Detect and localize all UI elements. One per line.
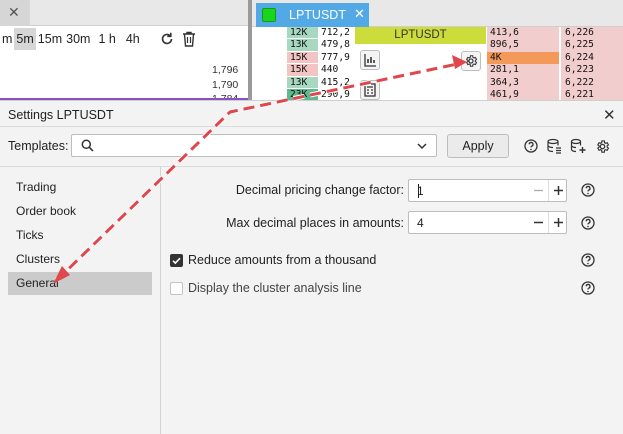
calculator-icon[interactable] (360, 80, 380, 100)
ask-volume-cell-highlight: 4K (487, 51, 559, 65)
tab-lptusdt[interactable]: LPTUSDT ✕ (256, 3, 369, 27)
volume-cell: 12K (287, 27, 318, 40)
ask-volume-cell: 413,6 (487, 27, 559, 40)
volume-cell: 13K (287, 39, 318, 52)
chart-tab[interactable]: ✕ (0, 0, 30, 26)
volume-cell: 15K (287, 64, 318, 77)
close-icon[interactable]: ✕ (354, 6, 365, 22)
templates-label: Templates: (8, 139, 69, 153)
close-icon[interactable]: ✕ (8, 4, 20, 21)
ask-volume-cell: 364,3 (487, 76, 559, 89)
bid-cell: 440 (321, 64, 339, 76)
refresh-icon[interactable] (158, 30, 176, 48)
bid-price-column: 712,2 479,8 777,9 440 415,2 290,9 (318, 27, 354, 101)
gear-icon[interactable] (461, 51, 481, 71)
divider (0, 126, 623, 127)
max-decimal-value: 4 (417, 216, 424, 230)
sidebar-item-trading[interactable]: Trading (8, 176, 152, 199)
ask-price-cell: 6,225 (561, 39, 623, 52)
price-label: 1,796 (212, 64, 239, 76)
help-icon[interactable] (581, 183, 595, 197)
divider (0, 166, 623, 167)
timeframe-button[interactable]: 15m (36, 28, 64, 50)
save-template-icon[interactable] (570, 138, 586, 154)
cluster-line-label: Display the cluster analysis line (188, 281, 362, 295)
gear-icon[interactable] (594, 138, 610, 154)
minus-icon[interactable] (528, 212, 548, 233)
max-decimal-label: Max decimal places in amounts: (226, 216, 404, 230)
ask-price-cell: 6,222 (561, 76, 623, 89)
sidebar-item-clusters[interactable]: Clusters (8, 248, 152, 271)
decimal-factor-stepper[interactable]: 1 (408, 179, 567, 202)
decimal-factor-label: Decimal pricing change factor: (235, 183, 404, 197)
help-icon[interactable] (523, 138, 539, 154)
help-icon[interactable] (581, 216, 595, 230)
timeframe-toolbar: m 5m 15m 30m 1 h 4h (0, 28, 198, 50)
settings-dialog: Settings LPTUSDT ✕ Templates: Apply Trad… (0, 100, 623, 434)
timeframe-button[interactable]: 30m (64, 28, 92, 50)
sidebar-divider (160, 167, 161, 434)
ask-volume-cell: 896,5 (487, 39, 559, 52)
template-list-icon[interactable] (546, 138, 562, 154)
sidebar-item-order-book[interactable]: Order book (8, 200, 152, 223)
apply-button[interactable]: Apply (447, 134, 509, 158)
plus-icon[interactable] (548, 180, 568, 201)
timeframe-button[interactable]: m (0, 28, 14, 50)
cluster-line-checkbox[interactable] (170, 282, 183, 295)
close-icon[interactable]: ✕ (603, 106, 616, 124)
bid-cell: 479,8 (321, 39, 350, 51)
price-label: 1,790 (212, 79, 239, 91)
text-caret (418, 184, 419, 198)
volume-cell: 13K (287, 76, 318, 89)
chevron-down-icon (416, 140, 428, 155)
trash-icon[interactable] (180, 30, 198, 48)
bid-cell: 415,2 (321, 76, 350, 88)
ask-volume-cell: 281,1 (487, 64, 559, 77)
help-icon[interactable] (581, 253, 595, 267)
bid-cell: 712,2 (321, 27, 350, 38)
ask-price-cell: 6,223 (561, 64, 623, 77)
screen: ✕ m 5m 15m 30m 1 h 4h 1,796 1,790 1,784 (0, 0, 623, 434)
max-decimal-stepper[interactable]: 4 (408, 211, 567, 234)
chart-panel: ✕ m 5m 15m 30m 1 h 4h 1,796 1,790 1,784 (0, 0, 248, 105)
ask-price-cell: 6,226 (561, 27, 623, 40)
chart-settings-icon[interactable] (360, 50, 380, 70)
tab-color-indicator (262, 8, 276, 22)
dialog-title: Settings LPTUSDT (8, 108, 114, 122)
tab-title: LPTUSDT (289, 8, 346, 22)
reduce-amounts-label: Reduce amounts from a thousand (188, 253, 377, 267)
sidebar-item-general[interactable]: General (8, 272, 152, 295)
plus-icon[interactable] (548, 212, 568, 233)
timeframe-button-active[interactable]: 5m (14, 28, 36, 50)
volume-cell: 15K (287, 51, 318, 65)
minus-icon[interactable] (528, 180, 548, 201)
timeframe-button[interactable]: 1 h (96, 28, 117, 50)
reduce-amounts-checkbox[interactable] (170, 254, 183, 267)
help-icon[interactable] (581, 281, 595, 295)
ask-price-column: 6,226 6,225 6,224 6,223 6,222 6,221 (561, 27, 623, 102)
orderbook-tab-bar: LPTUSDT ✕ (252, 0, 623, 27)
ask-price-cell: 6,224 (561, 51, 623, 65)
search-icon (81, 139, 94, 155)
ask-volume-column: 413,6 896,5 4K 281,1 364,3 461,9 (487, 27, 559, 102)
templates-select[interactable] (71, 134, 437, 157)
volume-column: 12K 13K 15K 15K 13K 23K (287, 27, 318, 102)
symbol-header: LPTUSDT (355, 27, 486, 44)
chart-tab-bar: ✕ (0, 0, 248, 26)
timeframe-button[interactable]: 4h (124, 28, 142, 50)
orderbook-panel: LPTUSDT ✕ 12K 13K 15K 15K 13K 23K 712,2 … (252, 0, 623, 102)
bid-cell: 777,9 (321, 51, 350, 63)
sidebar-item-ticks[interactable]: Ticks (8, 224, 152, 247)
